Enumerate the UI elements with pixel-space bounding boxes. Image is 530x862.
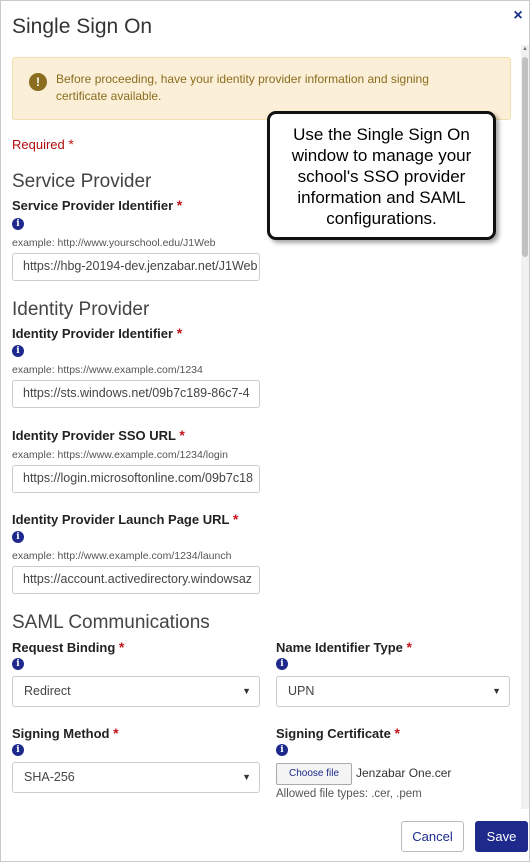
info-icon[interactable]: i [276,658,288,670]
required-legend: Required * [12,136,74,152]
required-star: * [113,725,119,741]
sso-dialog: Single Sign On × ! Before proceeding, ha… [0,0,530,862]
saml-heading: SAML Communications [12,612,210,633]
chevron-down-icon: ▼ [492,686,501,696]
info-icon[interactable]: i [12,531,24,543]
sp-identifier-example: example: http://www.yourschool.edu/J1Web [12,237,216,249]
sp-identifier-label: Service Provider Identifier * [12,197,183,213]
info-icon[interactable]: i [12,658,24,670]
required-label: Required [12,137,65,152]
chevron-down-icon: ▼ [242,686,251,696]
required-star: * [394,725,400,741]
info-icon[interactable]: i [12,345,24,357]
service-provider-heading: Service Provider [12,171,152,192]
signing-method-select[interactable]: SHA-256 ▼ [12,762,260,793]
idp-launch-url-label: Identity Provider Launch Page URL * [12,511,239,527]
idp-sso-url-example: example: https://www.example.com/1234/lo… [12,449,228,461]
required-star: * [68,136,74,152]
idp-identifier-input[interactable]: https://sts.windows.net/09b7c189-86c7-4 [12,380,260,408]
request-binding-label: Request Binding * [12,639,125,655]
allowed-file-types: Allowed file types: .cer, .pem [276,788,422,800]
name-identifier-select[interactable]: UPN ▼ [276,676,510,707]
required-star: * [118,639,125,655]
info-icon[interactable]: i [276,744,288,756]
idp-sso-url-input[interactable]: https://login.microsoftonline.com/09b7c1… [12,465,260,493]
required-star: * [176,197,183,213]
idp-launch-url-example: example: http://www.example.com/1234/lau… [12,550,232,562]
required-star: * [176,325,183,341]
info-icon[interactable]: i [12,744,24,756]
vertical-scrollbar[interactable]: ▲ [521,45,529,809]
idp-identifier-example: example: https://www.example.com/1234 [12,364,203,376]
required-star: * [179,427,185,443]
choose-file-button[interactable]: Choose file [276,763,352,785]
idp-identifier-label: Identity Provider Identifier * [12,325,183,341]
idp-launch-url-input[interactable]: https://account.activedirectory.windowsa… [12,566,260,594]
annotation-callout: Use the Single Sign On window to manage … [267,111,496,240]
warning-icon: ! [29,73,47,91]
cancel-button[interactable]: Cancel [401,821,464,852]
save-button[interactable]: Save [475,821,528,852]
scrollbar-thumb[interactable] [522,57,528,257]
selected-file-name: Jenzabar One.cer [356,766,452,780]
chevron-down-icon: ▼ [242,772,251,782]
scroll-up-icon[interactable]: ▲ [522,45,528,53]
info-icon[interactable]: i [12,218,24,230]
request-binding-select[interactable]: Redirect ▼ [12,676,260,707]
signing-method-label: Signing Method * [12,725,119,741]
alert-message: Before proceeding, have your identity pr… [56,72,429,103]
sp-identifier-input[interactable]: https://hbg-20194-dev.jenzabar.net/J1Web [12,253,260,281]
idp-sso-url-label: Identity Provider SSO URL * [12,427,185,443]
close-icon[interactable]: × [511,8,525,24]
dialog-title: Single Sign On [12,15,153,38]
name-identifier-label: Name Identifier Type * [276,639,412,655]
signing-certificate-label: Signing Certificate * [276,725,400,741]
required-star: * [406,639,412,655]
identity-provider-heading: Identity Provider [12,299,150,320]
required-star: * [232,511,239,527]
